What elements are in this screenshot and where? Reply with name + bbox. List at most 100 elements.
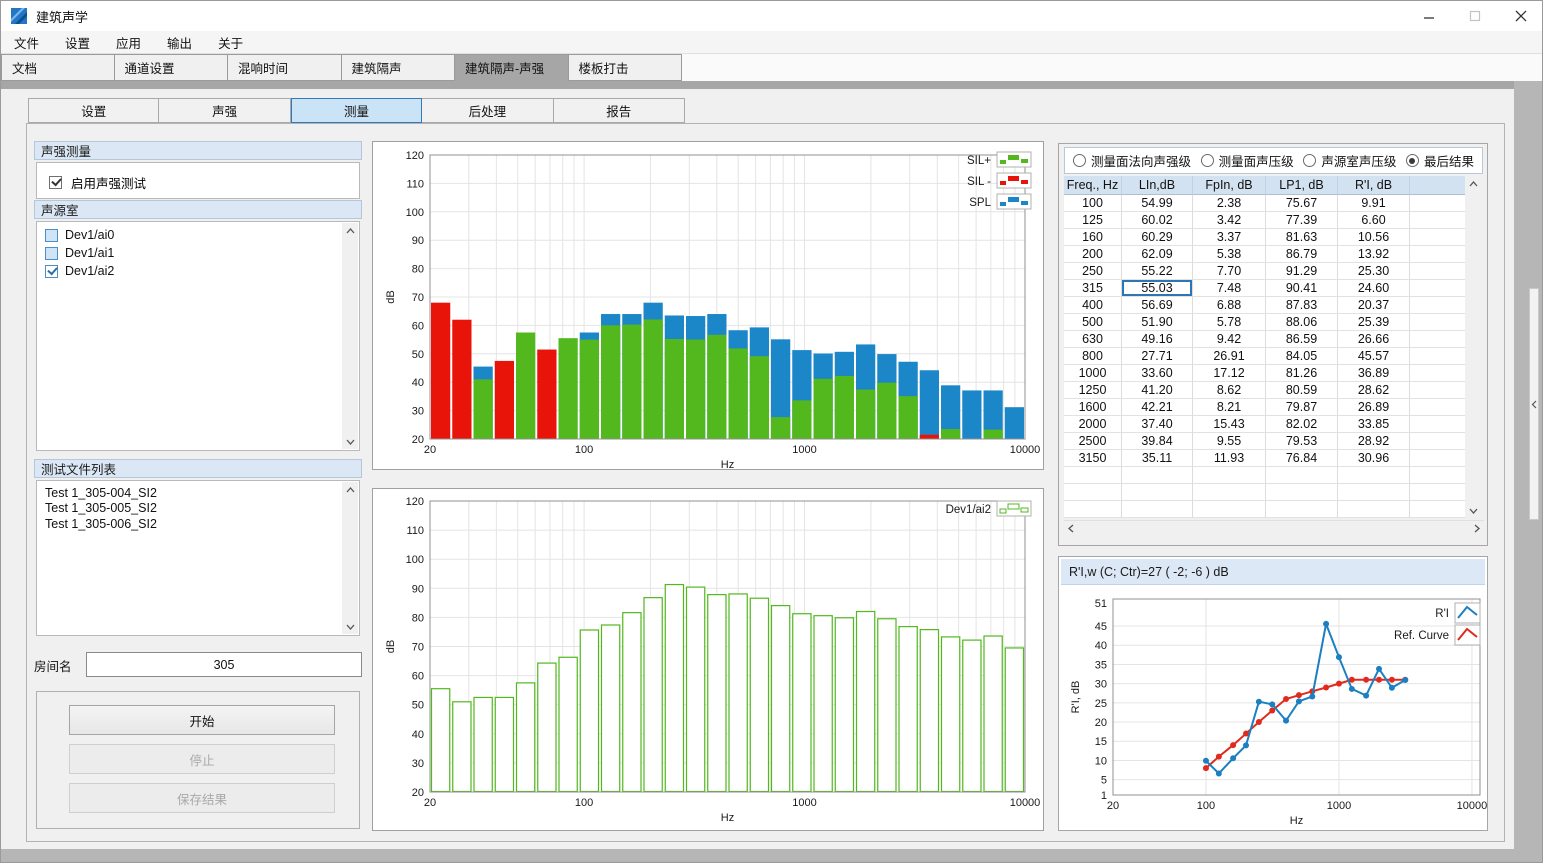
- start-button[interactable]: 开始: [69, 705, 335, 735]
- enable-intensity-checkbox[interactable]: [49, 176, 62, 189]
- table-cell[interactable]: [1410, 467, 1468, 484]
- table-cell[interactable]: 49.16: [1122, 331, 1193, 348]
- table-cell[interactable]: 25.39: [1338, 314, 1410, 331]
- channel-item[interactable]: Dev1/ai1: [37, 244, 359, 262]
- table-cell[interactable]: 8.21: [1193, 399, 1266, 416]
- minimize-button[interactable]: [1406, 1, 1452, 31]
- table-cell[interactable]: [1338, 484, 1410, 501]
- channel-list-scrollbar[interactable]: [342, 223, 358, 449]
- channel-item[interactable]: Dev1/ai0: [37, 226, 359, 244]
- table-cell[interactable]: 55.03: [1122, 280, 1193, 297]
- table-cell[interactable]: [1410, 416, 1468, 433]
- tab-楼板打击[interactable]: 楼板打击: [569, 54, 683, 81]
- table-cell[interactable]: 87.83: [1266, 297, 1338, 314]
- table-cell[interactable]: 37.40: [1122, 416, 1193, 433]
- table-cell[interactable]: 7.48: [1193, 280, 1266, 297]
- panel-collapse-handle[interactable]: [1529, 288, 1539, 520]
- table-cell[interactable]: [1064, 484, 1122, 501]
- room-name-input[interactable]: 305: [86, 652, 362, 677]
- table-cell[interactable]: [1410, 365, 1468, 382]
- table-cell[interactable]: 51.90: [1122, 314, 1193, 331]
- tab-混响时间[interactable]: 混响时间: [228, 54, 342, 81]
- table-cell[interactable]: 11.93: [1193, 450, 1266, 467]
- table-cell[interactable]: 3.42: [1193, 212, 1266, 229]
- subtab-测量[interactable]: 测量: [291, 98, 422, 123]
- table-cell[interactable]: 33.60: [1122, 365, 1193, 382]
- table-cell[interactable]: 1600: [1064, 399, 1122, 416]
- table-cell[interactable]: [1410, 212, 1468, 229]
- table-cell[interactable]: 36.89: [1338, 365, 1410, 382]
- table-cell[interactable]: 17.12: [1193, 365, 1266, 382]
- radio-button[interactable]: [1303, 154, 1316, 167]
- table-cell[interactable]: [1193, 467, 1266, 484]
- table-cell[interactable]: 2.38: [1193, 195, 1266, 212]
- table-cell[interactable]: [1410, 297, 1468, 314]
- table-cell[interactable]: 9.91: [1338, 195, 1410, 212]
- subtab-设置[interactable]: 设置: [28, 98, 159, 123]
- table-cell[interactable]: 24.60: [1338, 280, 1410, 297]
- table-cell[interactable]: 26.89: [1338, 399, 1410, 416]
- menu-item-文件[interactable]: 文件: [1, 31, 52, 53]
- table-cell[interactable]: 200: [1064, 246, 1122, 263]
- table-cell[interactable]: 800: [1064, 348, 1122, 365]
- table-cell[interactable]: [1410, 331, 1468, 348]
- table-cell[interactable]: [1266, 467, 1338, 484]
- table-cell[interactable]: 91.29: [1266, 263, 1338, 280]
- channel-item[interactable]: Dev1/ai2: [37, 262, 359, 280]
- table-cell[interactable]: 7.70: [1193, 263, 1266, 280]
- table-cell[interactable]: [1410, 263, 1468, 280]
- table-cell[interactable]: 20.37: [1338, 297, 1410, 314]
- test-file-item[interactable]: Test 1_305-004_SI2: [37, 485, 359, 501]
- close-button[interactable]: [1498, 1, 1543, 31]
- table-cell[interactable]: [1410, 484, 1468, 501]
- save-results-button[interactable]: 保存结果: [69, 783, 335, 813]
- table-cell[interactable]: 86.79: [1266, 246, 1338, 263]
- tab-通道设置[interactable]: 通道设置: [115, 54, 229, 81]
- radio-声源室声压级[interactable]: 声源室声压级: [1303, 151, 1396, 170]
- tab-建筑隔声-声强[interactable]: 建筑隔声-声强: [455, 54, 569, 81]
- table-cell[interactable]: [1064, 467, 1122, 484]
- table-cell[interactable]: [1410, 280, 1468, 297]
- table-cell[interactable]: 79.87: [1266, 399, 1338, 416]
- table-cell[interactable]: 125: [1064, 212, 1122, 229]
- test-file-item[interactable]: Test 1_305-005_SI2: [37, 501, 359, 517]
- table-cell[interactable]: 25.30: [1338, 263, 1410, 280]
- table-cell[interactable]: [1193, 501, 1266, 518]
- table-cell[interactable]: 79.53: [1266, 433, 1338, 450]
- radio-button[interactable]: [1073, 154, 1086, 167]
- table-cell[interactable]: 26.66: [1338, 331, 1410, 348]
- table-cell[interactable]: 39.84: [1122, 433, 1193, 450]
- table-cell[interactable]: 2000: [1064, 416, 1122, 433]
- maximize-button[interactable]: [1452, 1, 1498, 31]
- tab-文档[interactable]: 文档: [1, 54, 115, 81]
- table-cell[interactable]: [1064, 501, 1122, 518]
- table-cell[interactable]: [1122, 467, 1193, 484]
- table-cell[interactable]: 6.60: [1338, 212, 1410, 229]
- table-cell[interactable]: 81.26: [1266, 365, 1338, 382]
- table-cell[interactable]: 315: [1064, 280, 1122, 297]
- table-cell[interactable]: [1338, 467, 1410, 484]
- table-cell[interactable]: 10.56: [1338, 229, 1410, 246]
- radio-button[interactable]: [1406, 154, 1419, 167]
- menu-item-设置[interactable]: 设置: [52, 31, 103, 53]
- table-cell[interactable]: 1000: [1064, 365, 1122, 382]
- channel-checkbox[interactable]: [45, 247, 58, 260]
- table-cell[interactable]: 5.78: [1193, 314, 1266, 331]
- tab-建筑隔声[interactable]: 建筑隔声: [342, 54, 456, 81]
- menu-item-输出[interactable]: 输出: [154, 31, 205, 53]
- table-cell[interactable]: 8.62: [1193, 382, 1266, 399]
- table-cell[interactable]: [1410, 450, 1468, 467]
- table-cell[interactable]: [1122, 484, 1193, 501]
- table-cell[interactable]: [1410, 314, 1468, 331]
- table-cell[interactable]: 82.02: [1266, 416, 1338, 433]
- table-cell[interactable]: 5.38: [1193, 246, 1266, 263]
- table-cell[interactable]: [1266, 484, 1338, 501]
- table-cell[interactable]: [1338, 501, 1410, 518]
- table-cell[interactable]: 26.91: [1193, 348, 1266, 365]
- table-cell[interactable]: 400: [1064, 297, 1122, 314]
- table-cell[interactable]: 41.20: [1122, 382, 1193, 399]
- table-cell[interactable]: [1410, 382, 1468, 399]
- subtab-报告[interactable]: 报告: [554, 98, 685, 123]
- table-cell[interactable]: 3150: [1064, 450, 1122, 467]
- table-cell[interactable]: [1410, 246, 1468, 263]
